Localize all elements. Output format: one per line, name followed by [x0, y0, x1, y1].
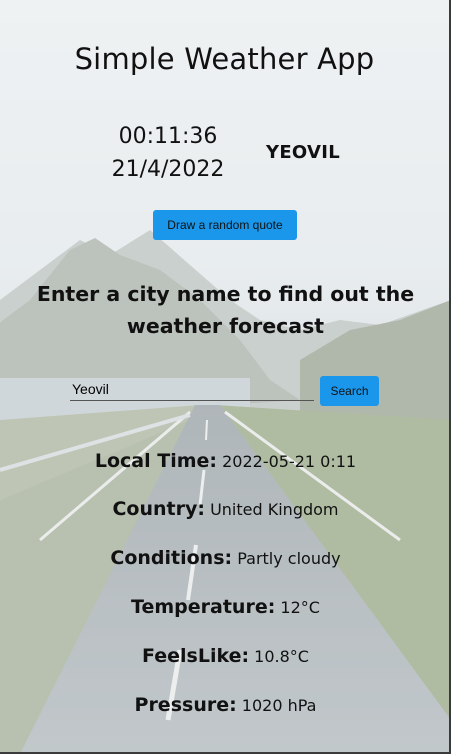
temperature-label: Temperature:	[131, 596, 276, 618]
weather-row-conditions: Conditions: Partly cloudy	[0, 547, 449, 569]
page-title: Simple Weather App	[74, 42, 375, 76]
weather-row-temperature: Temperature: 12°C	[0, 596, 449, 618]
conditions-value: Partly cloudy	[237, 549, 341, 568]
random-quote-button[interactable]: Draw a random quote	[153, 210, 297, 240]
clock-display: 00:11:36 21/4/2022	[103, 120, 233, 186]
city-search-input[interactable]	[70, 378, 314, 401]
local-time-label: Local Time:	[94, 450, 218, 472]
clock-date: 21/4/2022	[111, 157, 225, 182]
app-window: Simple Weather App 00:11:36 21/4/2022 YE…	[0, 0, 451, 754]
current-city-label: YEOVIL	[266, 142, 341, 163]
weather-row-feelslike: FeelsLike: 10.8°C	[0, 645, 449, 667]
weather-row-pressure: Pressure: 1020 hPa	[0, 694, 449, 716]
feelslike-label: FeelsLike:	[142, 645, 250, 667]
weather-row-country: Country: United Kingdom	[0, 498, 449, 520]
temperature-value: 12°C	[280, 598, 320, 617]
country-value: United Kingdom	[210, 500, 339, 519]
clock-time: 00:11:36	[118, 124, 218, 149]
search-prompt: Enter a city name to find out the weathe…	[36, 282, 415, 338]
pressure-value: 1020 hPa	[241, 696, 317, 715]
pressure-label: Pressure:	[134, 694, 237, 716]
feelslike-value: 10.8°C	[254, 647, 309, 666]
local-time-value: 2022-05-21 0:11	[222, 452, 357, 471]
country-label: Country:	[112, 498, 205, 520]
weather-row-local-time: Local Time: 2022-05-21 0:11	[0, 450, 449, 472]
main-content: Simple Weather App 00:11:36 21/4/2022 YE…	[0, 0, 449, 752]
search-button[interactable]: Search	[320, 376, 379, 406]
conditions-label: Conditions:	[110, 547, 233, 569]
